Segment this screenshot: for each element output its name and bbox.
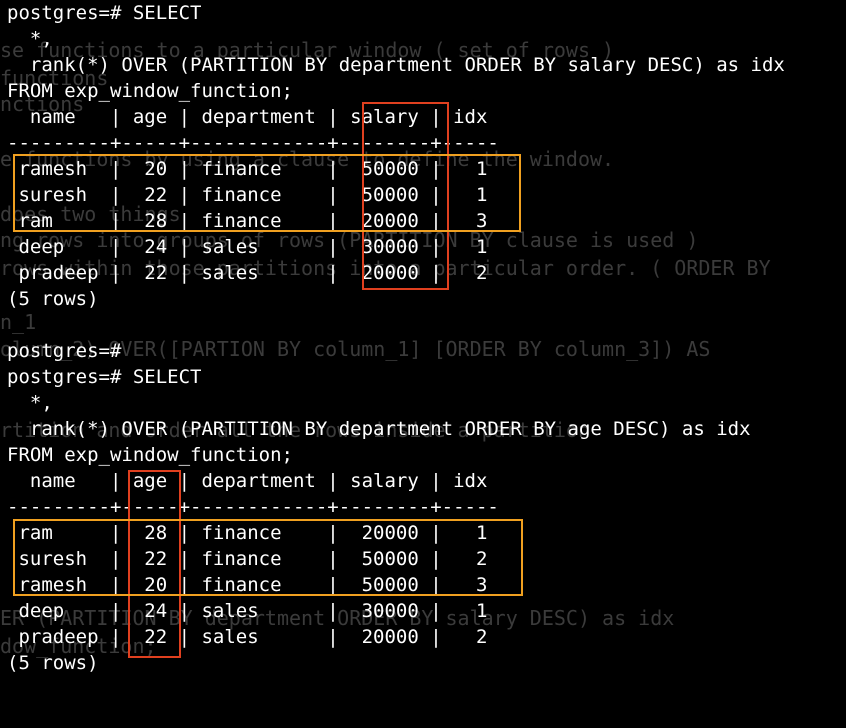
query2-select-list: *, [7,392,53,414]
result2-row-count: (5 rows) [7,652,99,674]
query2-from-clause: FROM exp_window_function; [7,444,293,466]
result1-header: name | age | department | salary | idx [7,106,488,128]
result2-row: ramesh | 20 | finance | 50000 | 3 [7,574,488,596]
result2-row: suresh | 22 | finance | 50000 | 2 [7,548,488,570]
result1-row: pradeep | 22 | sales | 20000 | 2 [7,262,488,284]
terminal-output[interactable]: postgres=# SELECT *, rank(*) OVER (PARTI… [7,0,785,728]
result2-row: deep | 24 | sales | 30000 | 1 [7,600,488,622]
result1-row-count: (5 rows) [7,288,99,310]
query1-from-clause: FROM exp_window_function; [7,80,293,102]
result1-row: ram | 28 | finance | 20000 | 3 [7,210,488,232]
result2-row: pradeep | 22 | sales | 20000 | 2 [7,626,488,648]
result1-row: deep | 24 | sales | 30000 | 1 [7,236,488,258]
empty-prompt-line: postgres=# [7,340,122,362]
query1-select-list: *, [7,28,53,50]
query1-window-clause: rank(*) OVER (PARTITION BY department OR… [7,54,785,76]
query2-prompt-line: postgres=# SELECT [7,366,202,388]
result1-row: suresh | 22 | finance | 50000 | 1 [7,184,488,206]
result1-separator: ---------+-----+------------+--------+--… [7,132,499,154]
result1-row: ramesh | 20 | finance | 50000 | 1 [7,158,488,180]
result2-separator: ---------+-----+------------+--------+--… [7,496,499,518]
result2-row: ram | 28 | finance | 20000 | 1 [7,522,488,544]
query2-window-clause: rank(*) OVER (PARTITION BY department OR… [7,418,751,440]
result2-header: name | age | department | salary | idx [7,470,488,492]
query1-prompt-line: postgres=# SELECT [7,2,202,24]
